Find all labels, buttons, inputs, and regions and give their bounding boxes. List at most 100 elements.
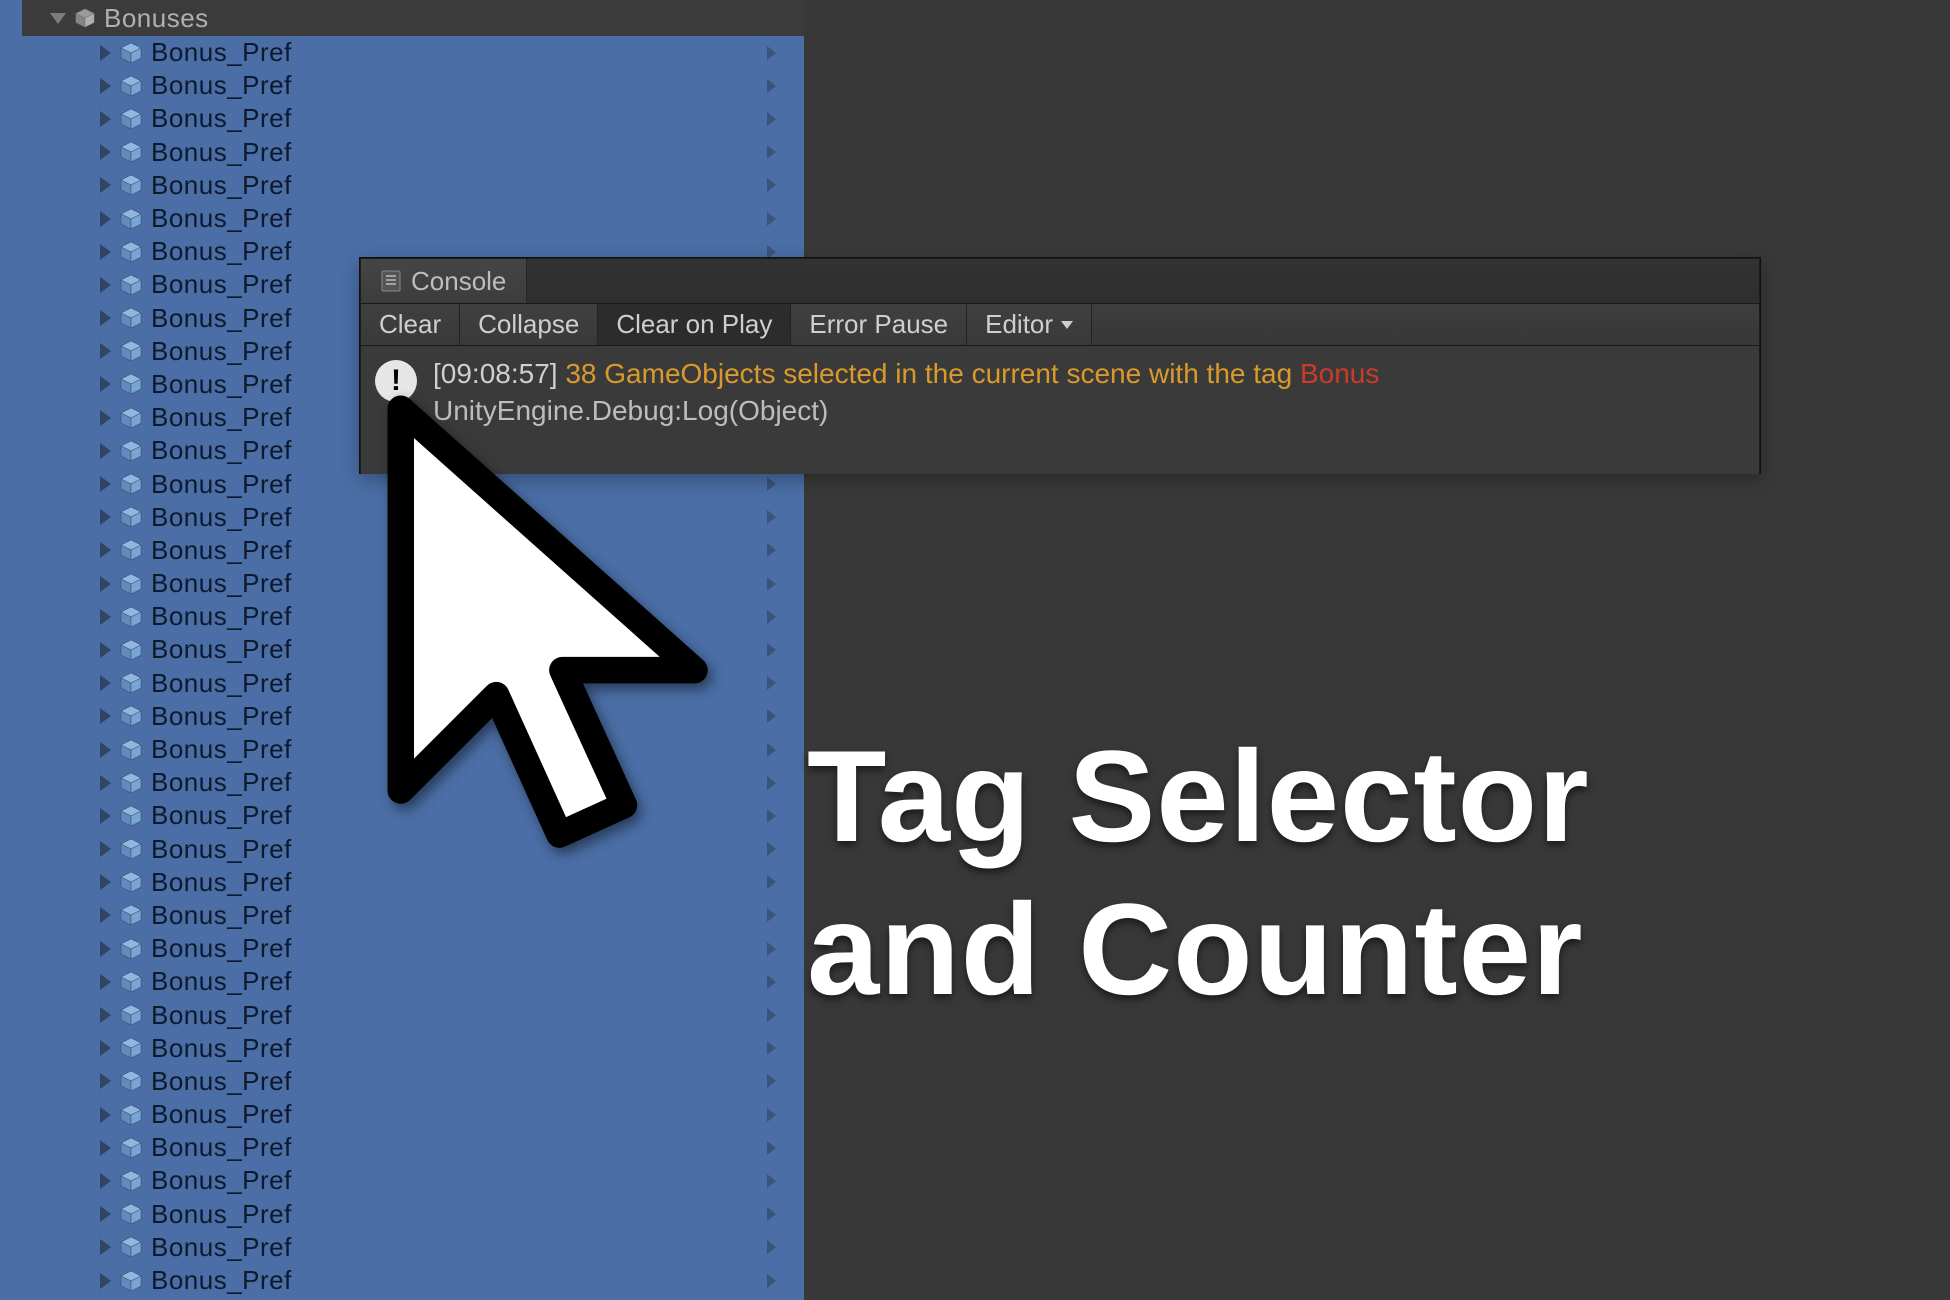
foldout-arrow-icon[interactable] xyxy=(100,1239,111,1255)
tab-console[interactable]: Console xyxy=(361,259,527,303)
chevron-right-icon[interactable] xyxy=(767,477,776,491)
foldout-arrow-icon[interactable] xyxy=(100,1073,111,1089)
chevron-right-icon[interactable] xyxy=(767,942,776,956)
foldout-arrow-icon[interactable] xyxy=(100,211,111,227)
hierarchy-item[interactable]: Bonus_Pref xyxy=(22,1098,804,1131)
foldout-arrow-icon[interactable] xyxy=(100,343,111,359)
foldout-arrow-icon[interactable] xyxy=(100,742,111,758)
hierarchy-item[interactable]: Bonus_Pref xyxy=(22,1131,804,1164)
clear-button[interactable]: Clear xyxy=(361,304,460,345)
chevron-right-icon[interactable] xyxy=(767,643,776,657)
hierarchy-item[interactable]: Bonus_Pref xyxy=(22,102,804,135)
hierarchy-item[interactable]: Bonus_Pref xyxy=(22,36,804,69)
foldout-arrow-icon[interactable] xyxy=(100,874,111,890)
foldout-arrow-icon[interactable] xyxy=(100,1140,111,1156)
chevron-right-icon[interactable] xyxy=(767,178,776,192)
chevron-right-icon[interactable] xyxy=(767,46,776,60)
foldout-arrow-icon[interactable] xyxy=(100,476,111,492)
foldout-arrow-icon[interactable] xyxy=(100,1206,111,1222)
foldout-arrow-icon[interactable] xyxy=(100,45,111,61)
hierarchy-root-row[interactable]: Bonuses xyxy=(22,0,804,36)
chevron-right-icon[interactable] xyxy=(767,676,776,690)
foldout-arrow-icon[interactable] xyxy=(100,974,111,990)
chevron-right-icon[interactable] xyxy=(767,1141,776,1155)
hierarchy-item[interactable]: Bonus_Pref xyxy=(22,1065,804,1098)
chevron-right-icon[interactable] xyxy=(767,543,776,557)
hierarchy-item[interactable]: Bonus_Pref xyxy=(22,965,804,998)
foldout-arrow-icon[interactable] xyxy=(100,576,111,592)
foldout-arrow-icon[interactable] xyxy=(100,1173,111,1189)
chevron-right-icon[interactable] xyxy=(767,1074,776,1088)
hierarchy-item[interactable]: Bonus_Pref xyxy=(22,1198,804,1231)
editor-dropdown[interactable]: Editor xyxy=(967,304,1092,345)
chevron-right-icon[interactable] xyxy=(767,610,776,624)
foldout-arrow-icon[interactable] xyxy=(100,907,111,923)
chevron-right-icon[interactable] xyxy=(767,112,776,126)
chevron-right-icon[interactable] xyxy=(767,1008,776,1022)
foldout-arrow-icon[interactable] xyxy=(100,1040,111,1056)
chevron-right-icon[interactable] xyxy=(767,577,776,591)
hierarchy-item[interactable]: Bonus_Pref xyxy=(22,899,804,932)
foldout-arrow-icon[interactable] xyxy=(100,376,111,392)
chevron-right-icon[interactable] xyxy=(767,1174,776,1188)
chevron-right-icon[interactable] xyxy=(767,875,776,889)
chevron-right-icon[interactable] xyxy=(767,510,776,524)
hierarchy-item[interactable]: Bonus_Pref xyxy=(22,69,804,102)
prefab-cube-icon xyxy=(119,173,143,197)
error-pause-toggle[interactable]: Error Pause xyxy=(791,304,967,345)
chevron-right-icon[interactable] xyxy=(767,809,776,823)
foldout-arrow-icon[interactable] xyxy=(100,244,111,260)
foldout-arrow-icon[interactable] xyxy=(100,841,111,857)
hierarchy-item[interactable]: Bonus_Pref xyxy=(22,866,804,899)
foldout-arrow-icon[interactable] xyxy=(100,111,111,127)
foldout-arrow-icon[interactable] xyxy=(100,675,111,691)
foldout-arrow-icon[interactable] xyxy=(100,177,111,193)
console-tab-icon xyxy=(381,270,401,292)
foldout-arrow-icon[interactable] xyxy=(100,708,111,724)
hierarchy-item[interactable]: Bonus_Pref xyxy=(22,202,804,235)
chevron-right-icon[interactable] xyxy=(767,1274,776,1288)
chevron-right-icon[interactable] xyxy=(767,776,776,790)
chevron-right-icon[interactable] xyxy=(767,908,776,922)
hierarchy-item[interactable]: Bonus_Pref xyxy=(22,1231,804,1264)
foldout-arrow-icon[interactable] xyxy=(100,1107,111,1123)
foldout-arrow-icon[interactable] xyxy=(100,609,111,625)
hierarchy-item[interactable]: Bonus_Pref xyxy=(22,169,804,202)
hierarchy-item[interactable]: Bonus_Pref xyxy=(22,998,804,1031)
foldout-arrow-icon[interactable] xyxy=(100,443,111,459)
foldout-arrow-icon[interactable] xyxy=(50,13,66,24)
chevron-right-icon[interactable] xyxy=(767,709,776,723)
clear-on-play-toggle[interactable]: Clear on Play xyxy=(598,304,791,345)
chevron-right-icon[interactable] xyxy=(767,1041,776,1055)
hierarchy-item[interactable]: Bonus_Pref xyxy=(22,932,804,965)
chevron-right-icon[interactable] xyxy=(767,1108,776,1122)
hierarchy-item[interactable]: Bonus_Pref xyxy=(22,1164,804,1197)
foldout-arrow-icon[interactable] xyxy=(100,78,111,94)
chevron-right-icon[interactable] xyxy=(767,743,776,757)
chevron-right-icon[interactable] xyxy=(767,1207,776,1221)
foldout-arrow-icon[interactable] xyxy=(100,310,111,326)
chevron-right-icon[interactable] xyxy=(767,975,776,989)
chevron-right-icon[interactable] xyxy=(767,145,776,159)
foldout-arrow-icon[interactable] xyxy=(100,808,111,824)
foldout-arrow-icon[interactable] xyxy=(100,542,111,558)
foldout-arrow-icon[interactable] xyxy=(100,277,111,293)
foldout-arrow-icon[interactable] xyxy=(100,941,111,957)
chevron-right-icon[interactable] xyxy=(767,79,776,93)
hierarchy-item[interactable]: Bonus_Pref xyxy=(22,136,804,169)
foldout-arrow-icon[interactable] xyxy=(100,1273,111,1289)
chevron-right-icon[interactable] xyxy=(767,212,776,226)
hierarchy-item[interactable]: Bonus_Pref xyxy=(22,1032,804,1065)
hierarchy-item[interactable]: Bonus_Pref xyxy=(22,1264,804,1297)
foldout-arrow-icon[interactable] xyxy=(100,410,111,426)
foldout-arrow-icon[interactable] xyxy=(100,1007,111,1023)
collapse-toggle[interactable]: Collapse xyxy=(460,304,598,345)
chevron-right-icon[interactable] xyxy=(767,1240,776,1254)
prefab-cube-icon xyxy=(119,505,143,529)
chevron-right-icon[interactable] xyxy=(767,245,776,259)
foldout-arrow-icon[interactable] xyxy=(100,509,111,525)
chevron-right-icon[interactable] xyxy=(767,842,776,856)
foldout-arrow-icon[interactable] xyxy=(100,642,111,658)
foldout-arrow-icon[interactable] xyxy=(100,144,111,160)
foldout-arrow-icon[interactable] xyxy=(100,775,111,791)
